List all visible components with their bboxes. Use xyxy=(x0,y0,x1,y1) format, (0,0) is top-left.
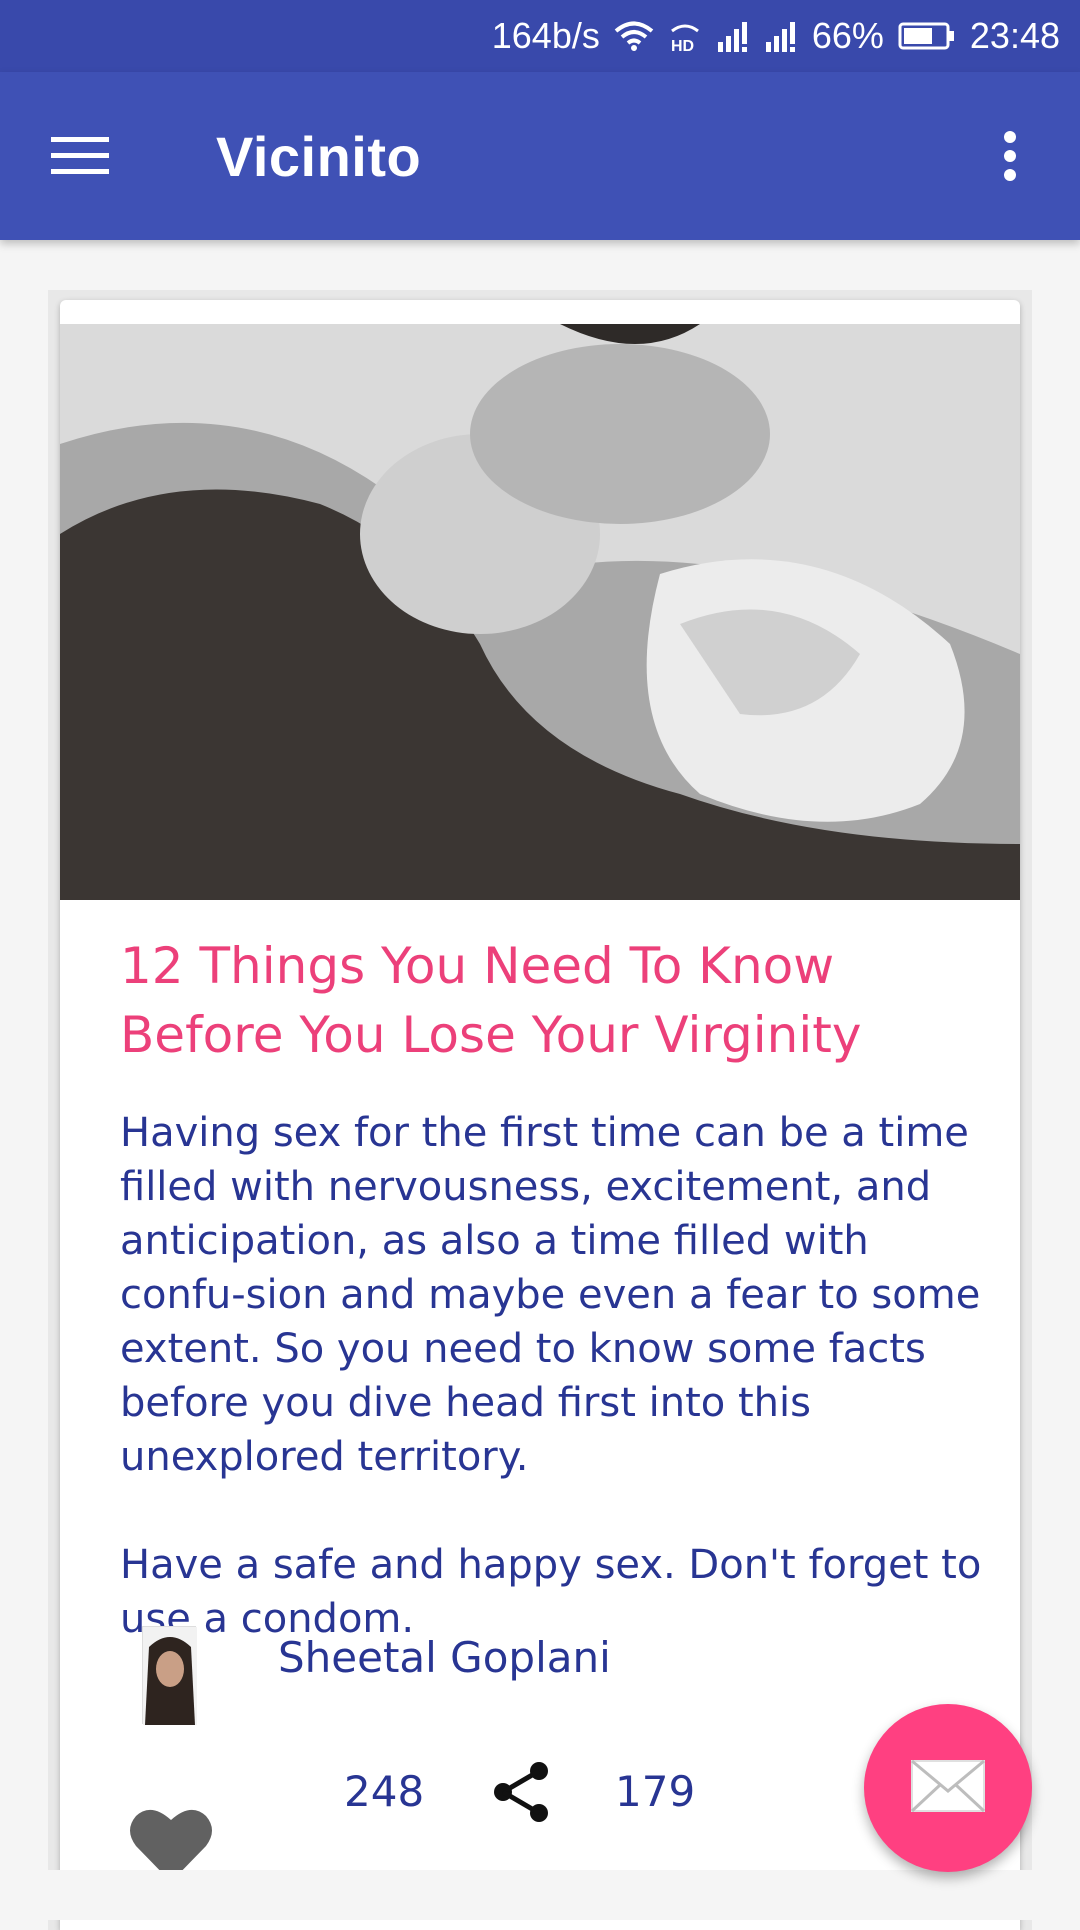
compose-message-button[interactable] xyxy=(864,1704,1032,1872)
app-bar: Vicinito xyxy=(0,72,1080,240)
more-vert-icon[interactable] xyxy=(980,116,1040,196)
post-body-paragraph: Having sex for the first time can be a t… xyxy=(120,1110,981,1480)
app-title: Vicinito xyxy=(216,124,422,188)
post-title[interactable]: 12 Things You Need To Know Before You Lo… xyxy=(120,932,980,1070)
post-image[interactable] xyxy=(60,324,1020,900)
author-avatar[interactable] xyxy=(142,1626,197,1725)
share-count: 179 xyxy=(615,1767,696,1816)
post-card[interactable]: 12 Things You Need To Know Before You Lo… xyxy=(60,300,1020,1930)
hamburger-menu-icon[interactable] xyxy=(40,116,120,196)
share-icon[interactable] xyxy=(487,1757,557,1827)
signal-icon xyxy=(764,20,798,52)
network-speed: 164b/s xyxy=(491,15,600,56)
battery-percent: 66% xyxy=(811,15,884,56)
status-bar: 164b/s HD 66% 23:48 xyxy=(0,0,1080,72)
author-name[interactable]: Sheetal Goplani xyxy=(278,1628,611,1688)
hd-icon: HD xyxy=(668,19,702,53)
signal-icon xyxy=(716,20,750,52)
mail-icon xyxy=(910,1759,986,1817)
clock: 23:48 xyxy=(969,15,1060,56)
post-body: Having sex for the first time can be a t… xyxy=(120,1106,1000,1700)
svg-text:HD: HD xyxy=(671,38,694,53)
battery-icon xyxy=(898,21,956,51)
bottom-strip xyxy=(0,1870,1080,1920)
like-count: 248 xyxy=(344,1767,425,1816)
wifi-icon xyxy=(614,20,654,52)
